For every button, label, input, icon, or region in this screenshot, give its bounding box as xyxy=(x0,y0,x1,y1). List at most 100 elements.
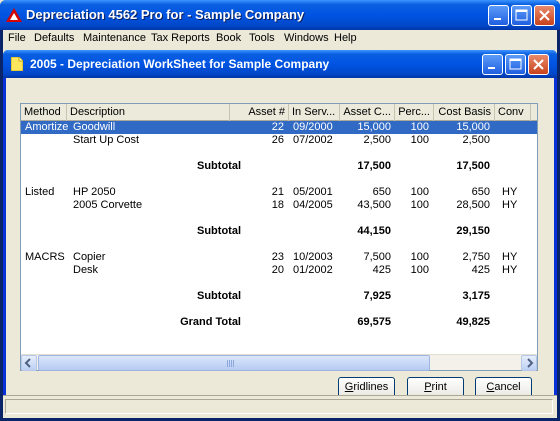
cell-method xyxy=(25,173,69,186)
maximize-icon xyxy=(509,58,522,70)
scroll-grip-icon xyxy=(227,360,235,367)
worksheet-title: 2005 - Depreciation WorkSheet for Sample… xyxy=(30,57,330,71)
col-header-asset-cost[interactable]: Asset C... xyxy=(340,104,395,121)
worksheet-close-button[interactable] xyxy=(528,54,549,75)
cell-inserv xyxy=(293,147,339,160)
table-row[interactable] xyxy=(21,238,537,251)
cell-perc xyxy=(395,303,429,316)
menu-file[interactable]: File xyxy=(8,32,26,44)
cell-cost: 425 xyxy=(372,264,391,276)
total-label: Subtotal xyxy=(197,290,241,302)
cell-method: MACRS xyxy=(25,251,65,263)
table-row[interactable] xyxy=(21,212,537,225)
minimize-button[interactable] xyxy=(488,5,509,26)
col-header-cost-basis[interactable]: Cost Basis xyxy=(434,104,495,121)
close-icon xyxy=(533,59,544,70)
col-header-convention[interactable]: Conv xyxy=(495,104,531,121)
cell-asset xyxy=(230,277,284,290)
col-header-method[interactable]: Method xyxy=(21,104,67,121)
menu-defaults[interactable]: Defaults xyxy=(34,32,74,44)
cell-method xyxy=(25,303,69,316)
document-icon xyxy=(11,57,23,71)
cell-basis: 15,000 xyxy=(456,121,490,133)
table-row[interactable]: Listed HP 2050 21 05/2001 650 100 650 HY xyxy=(21,186,537,199)
cell-basis xyxy=(434,212,490,225)
horizontal-scrollbar[interactable] xyxy=(21,354,537,371)
subtotal-row[interactable]: Grand Total 69,575 49,825 xyxy=(21,316,537,329)
cell-cost xyxy=(340,238,391,251)
total-cost: 17,500 xyxy=(357,160,391,172)
cell-perc xyxy=(395,238,429,251)
subtotal-row[interactable]: Subtotal 44,150 29,150 xyxy=(21,225,537,238)
cell-asset: 26 xyxy=(271,134,284,146)
col-header-description[interactable]: Description xyxy=(67,104,230,121)
cell-asset xyxy=(230,147,284,160)
app-title-bar[interactable]: Depreciation 4562 Pro for - Sample Compa… xyxy=(0,0,560,30)
worksheet-maximize-button[interactable] xyxy=(505,54,526,75)
table-row[interactable] xyxy=(21,173,537,186)
col-header-percent[interactable]: Perc... xyxy=(395,104,434,121)
close-button[interactable] xyxy=(534,5,555,26)
scroll-right-button[interactable] xyxy=(521,355,537,371)
total-cost: 7,925 xyxy=(363,290,391,302)
cell-cost: 7,500 xyxy=(363,251,391,263)
cell-conv: HY xyxy=(502,251,518,263)
table-row[interactable]: Start Up Cost 26 07/2002 2,500 100 2,500 xyxy=(21,134,537,147)
scroll-thumb[interactable] xyxy=(38,355,430,371)
cell-basis: 28,500 xyxy=(456,199,490,211)
menu-tax-reports[interactable]: Tax Reports xyxy=(151,32,210,44)
table-row[interactable] xyxy=(21,303,537,316)
close-icon xyxy=(539,10,550,21)
cell-inserv xyxy=(293,303,339,316)
cell-cost: 43,500 xyxy=(357,199,391,211)
menu-bar: File Defaults Maintenance Tax Reports Bo… xyxy=(3,30,557,49)
cell-basis xyxy=(434,238,490,251)
cell-desc: Goodwill xyxy=(73,121,116,133)
cell-cost xyxy=(340,147,391,160)
cell-method xyxy=(25,147,69,160)
cell-basis: 425 xyxy=(471,264,490,276)
table-row[interactable]: Amortize Goodwill 22 09/2000 15,000 100 15,000 xyxy=(21,121,537,134)
cell-inserv: 07/2002 xyxy=(293,134,333,146)
grid-rows: Amortize Goodwill 22 09/2000 15,000 100 15,000… xyxy=(21,121,537,355)
subtotal-row[interactable]: Subtotal 7,925 3,175 xyxy=(21,290,537,303)
cell-perc: 100 xyxy=(410,251,429,263)
table-row[interactable] xyxy=(21,147,537,160)
status-bar xyxy=(3,395,557,415)
menu-help[interactable]: Help xyxy=(334,32,357,44)
col-header-in-service[interactable]: In Serv... xyxy=(289,104,340,121)
cell-cost: 650 xyxy=(372,186,391,198)
cell-asset: 22 xyxy=(271,121,284,133)
cell-basis xyxy=(434,303,490,316)
table-row[interactable]: Desk 20 01/2002 425 100 425 HY xyxy=(21,264,537,277)
subtotal-row[interactable]: Subtotal 17,500 17,500 xyxy=(21,160,537,173)
table-row[interactable]: 2005 Corvette 18 04/2005 43,500 100 28,500 HY xyxy=(21,199,537,212)
menu-tools[interactable]: Tools xyxy=(249,32,275,44)
cell-cost: 15,000 xyxy=(357,121,391,133)
menu-book[interactable]: Book xyxy=(216,32,241,44)
cell-conv xyxy=(502,212,530,225)
worksheet-title-bar[interactable]: 2005 - Depreciation WorkSheet for Sample… xyxy=(3,50,557,78)
minimize-icon xyxy=(488,67,495,69)
total-cost: 69,575 xyxy=(357,316,391,328)
cell-method xyxy=(25,277,69,290)
cell-desc: Start Up Cost xyxy=(73,134,140,146)
total-basis: 17,500 xyxy=(456,160,490,172)
col-header-asset-number[interactable]: Asset # xyxy=(230,104,289,121)
table-row[interactable]: MACRS Copier 23 10/2003 7,500 100 2,750 HY xyxy=(21,251,537,264)
scroll-left-button[interactable] xyxy=(21,355,37,371)
app-window: Depreciation 4562 Pro for - Sample Compa… xyxy=(0,0,560,421)
table-row[interactable] xyxy=(21,277,537,290)
menu-windows[interactable]: Windows xyxy=(284,32,329,44)
cell-desc: Copier xyxy=(73,251,106,263)
worksheet-minimize-button[interactable] xyxy=(482,54,503,75)
maximize-button[interactable] xyxy=(511,5,532,26)
cell-cost xyxy=(340,212,391,225)
cell-inserv xyxy=(293,173,339,186)
cell-inserv: 10/2003 xyxy=(293,251,333,263)
menu-maintenance[interactable]: Maintenance xyxy=(83,32,146,44)
arrow-left-icon xyxy=(24,358,31,368)
cell-conv xyxy=(502,134,530,147)
depreciation-grid[interactable]: Method Description Asset # In Serv... As… xyxy=(20,103,538,371)
cell-conv: HY xyxy=(502,186,518,198)
